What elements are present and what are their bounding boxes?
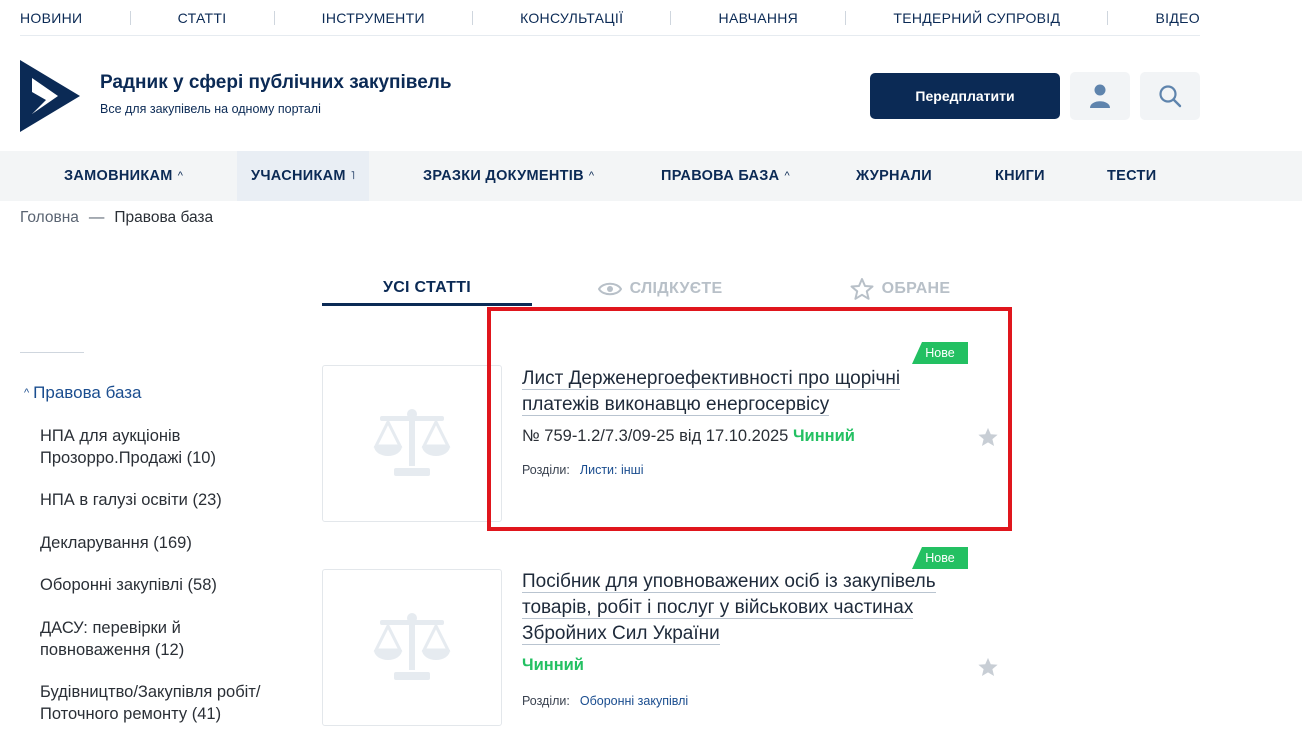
- sections-label: Розділи:: [522, 694, 570, 708]
- topnav-tools[interactable]: ІНСТРУМЕНТИ: [322, 10, 425, 26]
- topnav-news[interactable]: НОВИНИ: [20, 10, 82, 26]
- status-badge: Чинний: [522, 656, 584, 674]
- sidebar-divider: [20, 352, 84, 353]
- top-nav: НОВИНИ СТАТТІ ІНСТРУМЕНТИ КОНСУЛЬТАЦІЇ Н…: [20, 0, 1200, 36]
- sidebar-item[interactable]: Будівництво/Закупівля робіт/ Поточного р…: [40, 681, 300, 725]
- subscribe-button[interactable]: Передплатити: [870, 73, 1060, 119]
- sidebar-item[interactable]: Оборонні закупівлі (58): [40, 574, 217, 596]
- star-outline-icon: [850, 278, 874, 300]
- breadcrumb: Головна — Правова база: [20, 209, 213, 227]
- breadcrumb-separator: —: [88, 209, 105, 226]
- breadcrumb-current: Правова база: [114, 209, 214, 226]
- article-thumbnail[interactable]: [322, 365, 502, 522]
- mainnav-journals[interactable]: ЖУРНАЛИ: [856, 151, 932, 201]
- user-button[interactable]: [1070, 72, 1130, 120]
- tab-following[interactable]: СЛІДКУЄТЕ: [580, 272, 740, 306]
- search-button[interactable]: [1140, 72, 1200, 120]
- mainnav-customers[interactable]: ЗАМОВНИКАМ ^: [64, 151, 183, 201]
- topnav-tender-support[interactable]: ТЕНДЕРНИЙ СУПРОВІД: [893, 10, 1060, 26]
- site-subtitle: Все для закупівель на одному порталі: [100, 102, 321, 116]
- mainnav-label: ТЕСТИ: [1107, 168, 1157, 184]
- main-nav: ЗАМОВНИКАМ ^ УЧАСНИКАМ ˥ ЗРАЗКИ ДОКУМЕНТІВ…: [0, 151, 1302, 201]
- tab-label: УСІ СТАТТІ: [382, 278, 472, 296]
- star-icon[interactable]: [977, 656, 999, 678]
- mainnav-document-samples[interactable]: ЗРАЗКИ ДОКУМЕНТІВ ^: [423, 151, 594, 201]
- divider: [273, 10, 275, 25]
- chevron-up-icon: ^: [177, 170, 184, 182]
- chevron-icon: ˥: [350, 170, 356, 182]
- scales-icon: [373, 408, 451, 476]
- divider: [471, 10, 473, 25]
- article-sections: Розділи: Оборонні закупівлі: [522, 694, 688, 708]
- scales-icon: [373, 612, 451, 680]
- divider: [129, 10, 131, 25]
- new-badge: Нове: [912, 547, 968, 569]
- article-title[interactable]: Посібник для уповноважених осіб із закуп…: [522, 569, 972, 647]
- logo-icon[interactable]: [20, 60, 80, 132]
- mainnav-label: ЗРАЗКИ ДОКУМЕНТІВ: [423, 168, 584, 184]
- sidebar-item[interactable]: НПА в галузі освіти (23): [40, 489, 222, 511]
- article-thumbnail[interactable]: [322, 569, 502, 726]
- mainnav-legal-base[interactable]: ПРАВОВА БАЗА ^: [661, 151, 790, 201]
- mainnav-label: УЧАСНИКАМ: [251, 168, 346, 184]
- tab-all-articles[interactable]: УСІ СТАТТІ: [322, 272, 532, 306]
- tab-favorites[interactable]: ОБРАНЕ: [820, 272, 980, 306]
- site-title[interactable]: Радник у сфері публічних закупівель: [100, 72, 452, 94]
- mainnav-label: ЗАМОВНИКАМ: [64, 168, 173, 184]
- chevron-up-icon: ^: [784, 170, 790, 182]
- article-meta: Чинний: [522, 656, 584, 675]
- search-icon: [1159, 85, 1182, 108]
- mainnav-books[interactable]: КНИГИ: [995, 151, 1045, 201]
- sections-link[interactable]: Оборонні закупівлі: [580, 694, 688, 708]
- sidebar-item[interactable]: Декларування (169): [40, 532, 192, 554]
- sidebar-item[interactable]: НПА для аукціонів Прозорро.Продажі (10): [40, 425, 240, 469]
- mainnav-label: КНИГИ: [995, 168, 1045, 184]
- divider: [845, 10, 847, 25]
- sidebar-root[interactable]: ^ Правова база: [24, 383, 141, 403]
- divider: [670, 10, 672, 25]
- chevron-up-icon: ^: [24, 387, 30, 399]
- mainnav-tests[interactable]: ТЕСТИ: [1107, 151, 1156, 201]
- topnav-training[interactable]: НАВЧАННЯ: [719, 10, 799, 26]
- breadcrumb-home[interactable]: Головна: [20, 209, 79, 227]
- chevron-up-icon: ^: [588, 170, 595, 182]
- topnav-articles[interactable]: СТАТТІ: [178, 10, 227, 26]
- mainnav-participants[interactable]: УЧАСНИКАМ ˥: [237, 151, 370, 201]
- topnav-video[interactable]: ВІДЕО: [1156, 10, 1200, 26]
- sidebar-item[interactable]: ДАСУ: перевірки й повноваження (12): [40, 617, 220, 661]
- highlight-box: [487, 307, 1012, 531]
- topnav-consultations[interactable]: КОНСУЛЬТАЦІЇ: [520, 10, 623, 26]
- tab-label: СЛІДКУЄТЕ: [629, 280, 723, 297]
- divider: [1107, 10, 1109, 25]
- mainnav-label: ПРАВОВА БАЗА: [661, 168, 780, 184]
- tab-label: ОБРАНЕ: [881, 280, 951, 297]
- sidebar-root-label: Правова база: [33, 383, 142, 402]
- user-icon: [1090, 84, 1110, 108]
- article-title-text: Посібник для уповноважених осіб із закуп…: [522, 571, 936, 645]
- mainnav-label: ЖУРНАЛИ: [856, 168, 932, 184]
- eye-icon: [597, 282, 622, 296]
